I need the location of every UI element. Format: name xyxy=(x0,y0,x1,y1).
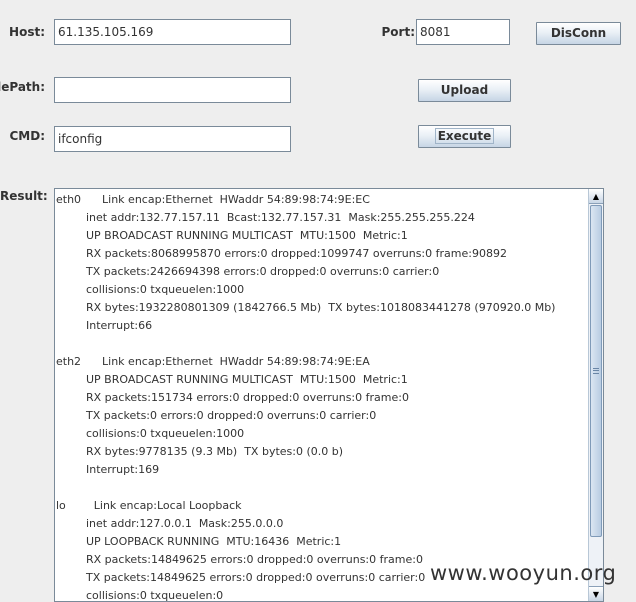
result-line: UP BROADCAST RUNNING MULTICAST MTU:1500 … xyxy=(86,229,408,242)
result-line: inet addr:132.77.157.11 Bcast:132.77.157… xyxy=(86,211,475,224)
result-text: eth0 Link encap:Ethernet HWaddr 54:89:98… xyxy=(55,191,587,602)
result-line: collisions:0 txqueuelen:1000 xyxy=(86,283,245,296)
cmd-input[interactable]: ifconfig xyxy=(54,126,291,152)
port-label: Port: xyxy=(381,25,416,39)
upload-button[interactable]: Upload xyxy=(418,79,511,102)
result-line: RX bytes:9778135 (9.3 Mb) TX bytes:0 (0.… xyxy=(86,445,344,458)
result-line: RX packets:151734 errors:0 dropped:0 ove… xyxy=(86,391,409,404)
result-line: UP BROADCAST RUNNING MULTICAST MTU:1500 … xyxy=(86,373,408,386)
result-line: RX packets:8068995870 errors:0 dropped:1… xyxy=(86,247,507,260)
result-line: TX packets:0 errors:0 dropped:0 overruns… xyxy=(86,409,377,422)
result-label: Result: xyxy=(0,189,48,203)
execute-button[interactable]: Execute xyxy=(418,125,511,148)
result-line: eth2 Link encap:Ethernet HWaddr 54:89:98… xyxy=(56,355,370,368)
cmd-label: CMD: xyxy=(9,129,45,143)
result-line: UP LOOPBACK RUNNING MTU:16436 Metric:1 xyxy=(86,535,342,548)
arrow-down-icon[interactable]: ▼ xyxy=(589,586,603,601)
filepath-input[interactable] xyxy=(54,77,291,103)
result-line xyxy=(55,335,587,353)
result-line: Interrupt:66 xyxy=(86,319,153,332)
grip-icon xyxy=(593,368,599,374)
result-line: collisions:0 txqueuelen:0 xyxy=(86,589,224,602)
result-line: RX bytes:1932280801309 (1842766.5 Mb) TX… xyxy=(86,301,556,314)
result-line: collisions:0 txqueuelen:1000 xyxy=(86,427,245,440)
host-input[interactable]: 61.135.105.169 xyxy=(54,19,291,45)
watermark: www.wooyun.org xyxy=(430,561,617,585)
filepath-label: FilePath: xyxy=(0,80,45,94)
host-label: Host: xyxy=(9,25,45,39)
result-line xyxy=(55,479,587,497)
result-textarea[interactable]: eth0 Link encap:Ethernet HWaddr 54:89:98… xyxy=(54,188,604,602)
vertical-scrollbar[interactable]: ▲ ▼ xyxy=(588,189,603,601)
scrollbar-thumb[interactable] xyxy=(590,205,602,537)
result-line: inet addr:127.0.0.1 Mask:255.0.0.0 xyxy=(86,517,284,530)
result-line: TX packets:2426694398 errors:0 dropped:0… xyxy=(86,265,440,278)
result-line: eth0 Link encap:Ethernet HWaddr 54:89:98… xyxy=(56,193,370,206)
execute-button-label: Execute xyxy=(434,128,495,144)
result-line: lo Link encap:Local Loopback xyxy=(56,499,242,512)
port-input[interactable]: 8081 xyxy=(416,19,510,45)
disconnect-button[interactable]: DisConn xyxy=(536,22,621,45)
arrow-up-icon[interactable]: ▲ xyxy=(589,189,603,204)
result-line: Interrupt:169 xyxy=(86,463,160,476)
